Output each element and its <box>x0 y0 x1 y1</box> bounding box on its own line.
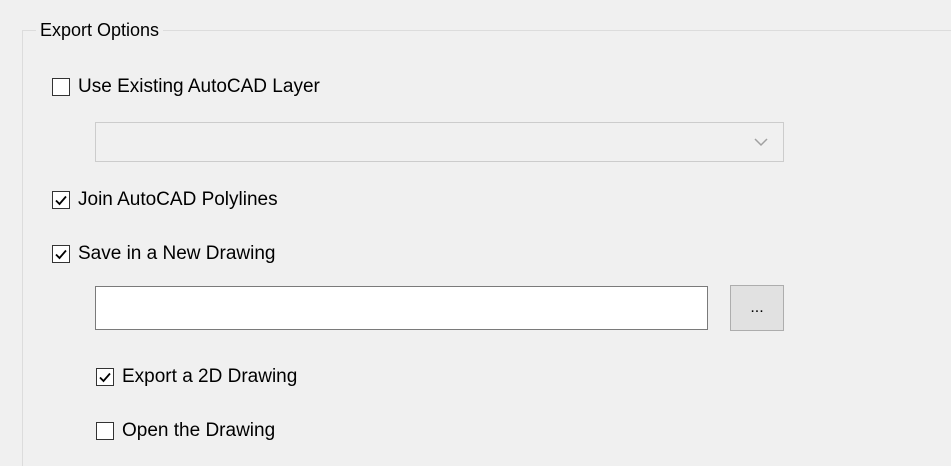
save-new-drawing-label: Save in a New Drawing <box>78 243 276 264</box>
save-new-drawing-option[interactable]: Save in a New Drawing <box>52 242 275 266</box>
check-icon <box>55 249 67 260</box>
check-icon <box>99 372 111 383</box>
export-options-title: Export Options <box>36 18 164 42</box>
drawing-path-input[interactable] <box>95 286 708 330</box>
join-polylines-label: Join AutoCAD Polylines <box>78 189 278 210</box>
join-polylines-option[interactable]: Join AutoCAD Polylines <box>52 188 278 212</box>
export-2d-checkbox[interactable] <box>96 368 114 386</box>
export-2d-label: Export a 2D Drawing <box>122 366 298 387</box>
use-existing-layer-label: Use Existing AutoCAD Layer <box>78 76 320 97</box>
chevron-down-icon <box>754 138 768 147</box>
browse-button[interactable]: ... <box>730 285 784 331</box>
use-existing-layer-checkbox[interactable] <box>52 78 70 96</box>
open-drawing-option[interactable]: Open the Drawing <box>96 419 275 443</box>
export-options-dialog: Export Options Use Existing AutoCAD Laye… <box>0 0 951 466</box>
open-drawing-label: Open the Drawing <box>122 420 276 441</box>
save-new-drawing-checkbox[interactable] <box>52 245 70 263</box>
export-options-panel: Export Options Use Existing AutoCAD Laye… <box>0 0 951 466</box>
join-polylines-checkbox[interactable] <box>52 191 70 209</box>
export-2d-option[interactable]: Export a 2D Drawing <box>96 365 297 389</box>
check-icon <box>55 195 67 206</box>
autocad-layer-select[interactable] <box>95 122 784 162</box>
open-drawing-checkbox[interactable] <box>96 422 114 440</box>
use-existing-layer-option[interactable]: Use Existing AutoCAD Layer <box>52 75 320 99</box>
